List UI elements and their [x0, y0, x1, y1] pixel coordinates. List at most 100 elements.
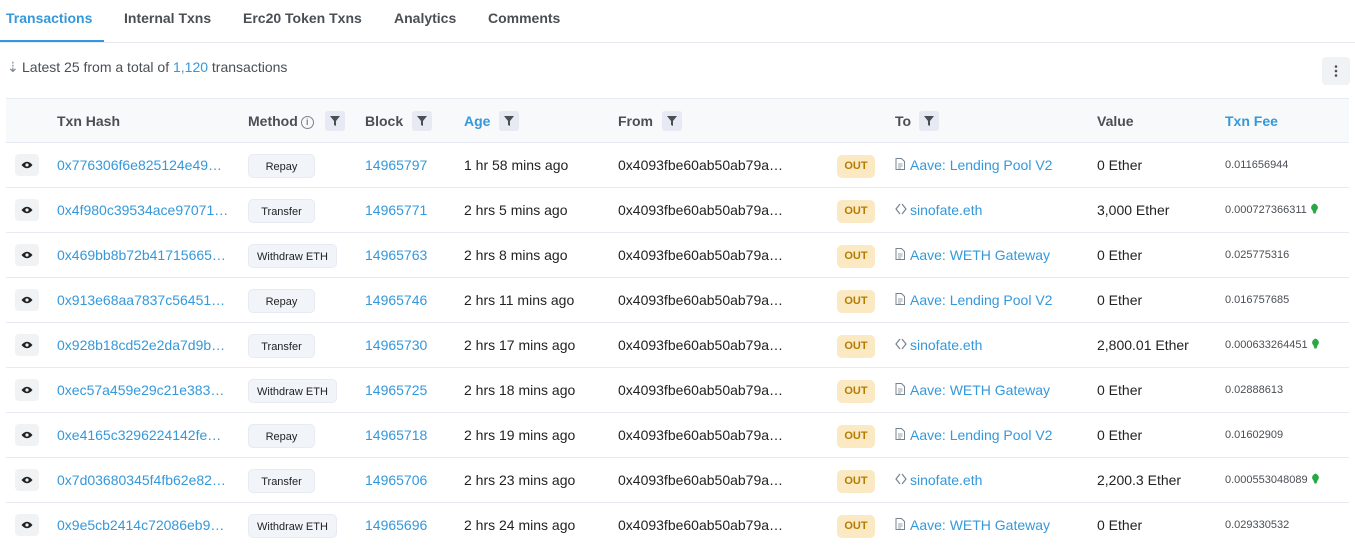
tab-comments[interactable]: Comments [488, 0, 560, 43]
view-details-button[interactable] [15, 154, 39, 176]
txn-hash-link[interactable]: 0x469bb8b72b41715665… [57, 233, 232, 277]
view-details-button[interactable] [15, 334, 39, 356]
method-cell: Withdraw ETH [248, 368, 337, 412]
method-cell: Repay [248, 278, 315, 322]
vertical-dots-icon [1334, 65, 1338, 77]
age-text: 1 hr 58 mins ago [464, 157, 569, 173]
block-link[interactable]: 14965696 [365, 503, 427, 546]
block-link[interactable]: 14965725 [365, 368, 427, 412]
txn-hash-link[interactable]: 0x928b18cd52e2da7d9b… [57, 323, 232, 367]
txn-hash-link[interactable]: 0x9e5cb2414c72086eb9… [57, 503, 232, 546]
tab-internal-txns[interactable]: Internal Txns [124, 0, 211, 43]
ens-icon [895, 188, 908, 232]
view-details-button[interactable] [15, 424, 39, 446]
method-badge: Repay [248, 424, 315, 449]
method-filter-button[interactable] [325, 111, 345, 131]
direction-badge: OUT [837, 244, 875, 268]
to-address-link[interactable]: sinofate.eth [910, 337, 982, 353]
view-details-button[interactable] [15, 379, 39, 401]
tab-transactions[interactable]: Transactions [6, 0, 92, 43]
block-link[interactable]: 14965797 [365, 143, 427, 187]
eye-icon [21, 386, 33, 394]
from-filter-button[interactable] [662, 111, 682, 131]
from-address: 0x4093fbe60ab50ab79a… [618, 202, 784, 218]
view-details-button[interactable] [15, 514, 39, 536]
contract-icon [895, 233, 908, 277]
from-address: 0x4093fbe60ab50ab79a… [618, 517, 784, 533]
method-badge: Withdraw ETH [248, 379, 337, 404]
value-text: 0 Ether [1097, 157, 1143, 173]
value-text: 0 Ether [1097, 427, 1143, 443]
block-link[interactable]: 14965706 [365, 458, 427, 502]
tab-analytics[interactable]: Analytics [394, 0, 456, 43]
to-address-link[interactable]: Aave: WETH Gateway [910, 247, 1050, 263]
from-address: 0x4093fbe60ab50ab79a… [618, 157, 784, 173]
from-address: 0x4093fbe60ab50ab79a… [618, 382, 784, 398]
direction-cell: OUT [837, 458, 875, 502]
txn-hash-link[interactable]: 0xec57a459e29c21e383… [57, 368, 232, 412]
tab-erc20-token-txns[interactable]: Erc20 Token Txns [243, 0, 362, 43]
txn-hash-link[interactable]: 0x4f980c39534ace97071… [57, 188, 232, 232]
block-link[interactable]: 14965718 [365, 413, 427, 457]
age-text: 2 hrs 5 mins ago [464, 202, 568, 218]
txn-hash-link[interactable]: 0x913e68aa7837c56451… [57, 278, 232, 322]
txn-fee-text: 0.01602909 [1225, 429, 1284, 441]
eye-icon [21, 431, 33, 439]
to-address-link[interactable]: Aave: Lending Pool V2 [910, 292, 1052, 308]
to-address-link[interactable]: sinofate.eth [910, 202, 982, 218]
column-header-txn-fee[interactable]: Txn Fee [1225, 99, 1278, 143]
column-header-to: To [895, 113, 912, 129]
value-text: 3,000 Ether [1097, 202, 1170, 218]
view-details-button[interactable] [15, 289, 39, 311]
txn-hash-link[interactable]: 0xe4165c3296224142fe… [57, 413, 232, 457]
eye-icon [21, 476, 33, 484]
view-details-button[interactable] [15, 244, 39, 266]
to-address-link[interactable]: Aave: WETH Gateway [910, 382, 1050, 398]
column-header-method-label: Method [248, 113, 298, 129]
method-cell: Withdraw ETH [248, 503, 337, 546]
to-filter-button[interactable] [919, 111, 939, 131]
to-address-link[interactable]: Aave: WETH Gateway [910, 517, 1050, 533]
view-details-button[interactable] [15, 199, 39, 221]
transactions-summary: ⇣ Latest 25 from a total of 1,120 transac… [7, 58, 287, 76]
more-options-button[interactable] [1322, 57, 1350, 85]
age-filter-button[interactable] [499, 111, 519, 131]
table-row: 0x776306f6e825124e49… Repay 14965797 1 hr 5… [6, 143, 1349, 188]
column-header-method: Method i [248, 99, 314, 143]
block-link[interactable]: 14965771 [365, 188, 427, 232]
ens-icon [895, 323, 908, 367]
to-address-link[interactable]: sinofate.eth [910, 472, 982, 488]
block-link[interactable]: 14965730 [365, 323, 427, 367]
txn-hash-link[interactable]: 0x776306f6e825124e49… [57, 143, 232, 187]
view-details-button[interactable] [15, 469, 39, 491]
table-header: Txn Hash Method i Block Age From To Value… [6, 98, 1349, 143]
block-link[interactable]: 14965763 [365, 233, 427, 277]
to-cell: Aave: Lending Pool V2 [895, 413, 1052, 457]
filter-icon [330, 116, 340, 126]
table-row: 0x4f980c39534ace97071… Transfer 14965771 2 … [6, 188, 1349, 233]
direction-badge: OUT [837, 334, 875, 358]
txn-hash-link[interactable]: 0x7d03680345f4fb62e82… [57, 458, 232, 502]
direction-cell: OUT [837, 503, 875, 546]
gas-price-icon[interactable] [1311, 473, 1320, 484]
to-address-link[interactable]: Aave: Lending Pool V2 [910, 157, 1052, 173]
gas-price-icon[interactable] [1311, 338, 1320, 349]
column-header-age[interactable]: Age [464, 99, 490, 143]
to-address-link[interactable]: Aave: Lending Pool V2 [910, 427, 1052, 443]
contract-icon [895, 503, 908, 546]
eye-icon [21, 206, 33, 214]
eye-icon [21, 521, 33, 529]
direction-badge: OUT [837, 379, 875, 403]
txn-fee-cell: 0.016757685 [1225, 278, 1289, 322]
block-filter-button[interactable] [412, 111, 432, 131]
from-address: 0x4093fbe60ab50ab79a… [618, 472, 784, 488]
method-badge: Repay [248, 289, 315, 314]
table-row: 0x469bb8b72b41715665… Withdraw ETH 1496576… [6, 233, 1349, 278]
to-cell: sinofate.eth [895, 323, 982, 367]
info-icon[interactable]: i [300, 116, 314, 129]
txn-fee-text: 0.029330532 [1225, 519, 1290, 531]
block-link[interactable]: 14965746 [365, 278, 427, 322]
gas-price-icon[interactable] [1310, 203, 1319, 214]
txn-fee-cell: 0.029330532 [1225, 503, 1289, 546]
total-count-link[interactable]: 1,120 [173, 59, 208, 75]
